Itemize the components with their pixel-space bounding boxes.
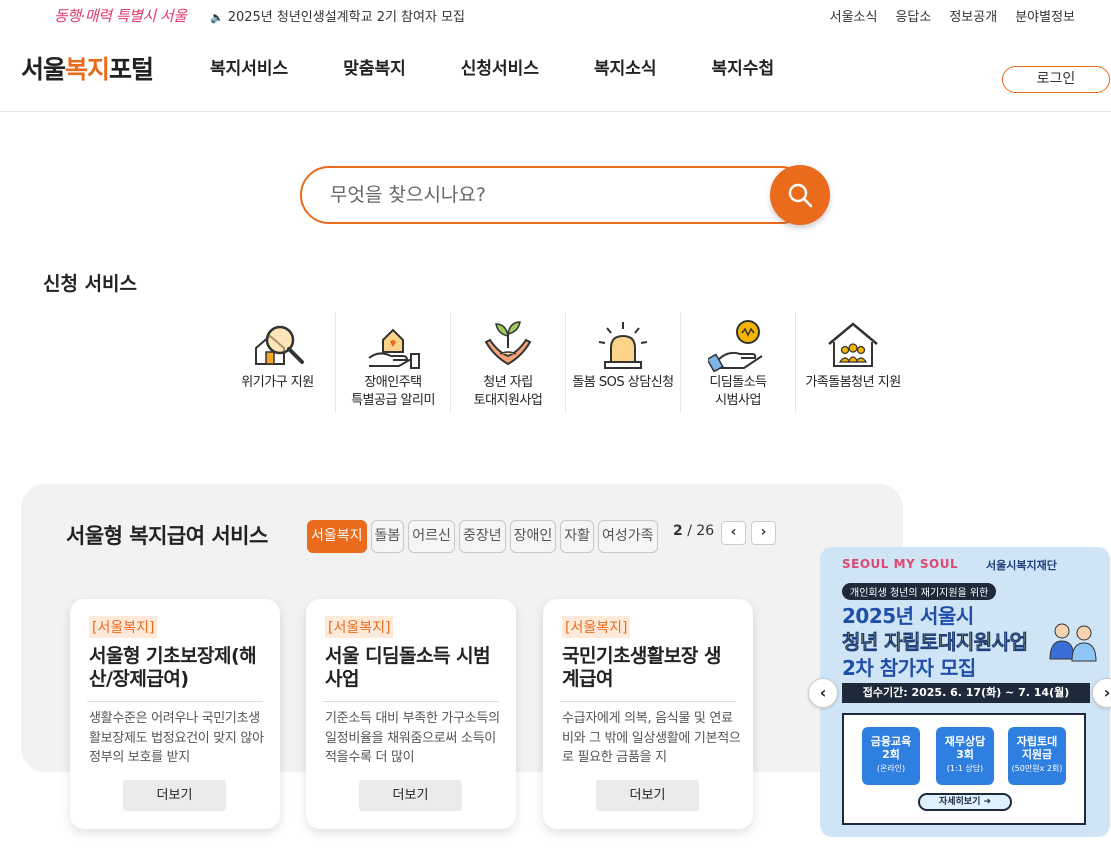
card-description: 수급자에게 의복, 음식물 및 연료비와 그 밖에 일상생활에 기본적으로 필요… <box>562 711 741 765</box>
banner-headline-2: 청년 자립토대지원사업 <box>842 630 1029 655</box>
tab-care[interactable]: 돌봄 <box>370 520 405 553</box>
card-tag: [서울복지] <box>325 616 394 638</box>
main-nav: 복지서비스 맞춤복지 신청서비스 복지소식 복지수첩 <box>210 54 829 79</box>
banner-benefit-box: 금융교육 2회 (온라인) <box>862 727 920 785</box>
service-label: 청년 자립 토대지원사업 <box>473 375 543 408</box>
benefit-card[interactable]: [서울복지] 서울형 기초보장제(해산/장제급여) 생활수준은 어려우나 국민기… <box>70 599 280 829</box>
banner-benefit-board: 금융교육 2회 (온라인) 재무상담 3회 (1:1 상담) 자립토대 지원금 … <box>842 713 1086 825</box>
banner-benefit-box: 재무상담 3회 (1:1 상담) <box>936 727 994 785</box>
speaker-icon: 🔈 <box>210 11 224 24</box>
banner-detail-button[interactable]: 자세히보기 ➜ <box>918 793 1012 811</box>
card-description: 생활수준은 어려우나 국민기초생활보장제도 법정요건이 맞지 않아 정부의 보호… <box>89 711 264 765</box>
banner-period: 접수기간: 2025. 6. 17(화) ~ 7. 14(월) <box>842 683 1090 703</box>
card-description: 기준소득 대비 부족한 가구소득의 일정비율을 채워줌으로써 소득이 적을수록 … <box>325 711 500 765</box>
next-page-button[interactable]: › <box>751 521 776 545</box>
card-tag: [서울복지] <box>562 616 631 638</box>
house-family-icon <box>828 322 878 367</box>
promo-banner[interactable]: SEOUL MY SOUL 서울시복지재단 개인회생 청년의 재기지원을 위한 … <box>820 547 1110 837</box>
banner-benefit-main: 재무상담 3회 <box>944 735 986 761</box>
service-family-care-youth[interactable]: 가족돌봄청년 지원 <box>795 312 910 412</box>
nav-apply-service[interactable]: 신청서비스 <box>461 54 539 79</box>
nav-custom-welfare[interactable]: 맞춤복지 <box>343 54 406 79</box>
notice-ticker[interactable]: 🔈 2025년 청년인생설계학교 2기 참여자 모집 <box>210 6 465 25</box>
service-label: 디딤돌소득 시범사업 <box>709 375 767 408</box>
banner-brand-foundation: 서울시복지재단 <box>986 559 1057 572</box>
more-button[interactable]: 더보기 <box>359 780 462 811</box>
service-youth-independence[interactable]: 청년 자립 토대지원사업 <box>450 312 565 412</box>
service-crisis-household[interactable]: 위기가구 지원 <box>220 312 335 412</box>
alarm-light-icon <box>598 322 648 369</box>
magnifier-house-icon <box>254 325 304 365</box>
welfare-benefit-heading: 서울형 복지급여 서비스 <box>66 524 268 548</box>
main-header: 서울복지포털 복지서비스 맞춤복지 신청서비스 복지소식 복지수첩 로그인 <box>0 30 1111 112</box>
service-label: 위기가구 지원 <box>241 375 314 390</box>
banner-subtitle: 개인회생 청년의 재기지원을 위한 <box>842 583 997 600</box>
utility-links: 서울소식 응답소 정보공개 분야별정보 <box>830 6 1075 25</box>
people-illustration-icon <box>1049 623 1097 662</box>
banner-benefit-box: 자립토대 지원금 (50만원x 2회) <box>1008 727 1066 785</box>
apply-service-heading: 신청 서비스 <box>43 273 138 295</box>
hand-house-icon <box>368 328 420 369</box>
search-button[interactable] <box>770 165 830 225</box>
login-button[interactable]: 로그인 <box>1002 66 1110 93</box>
nav-welfare-news[interactable]: 복지소식 <box>594 54 657 79</box>
search-icon <box>788 183 813 208</box>
card-pagination: 2 / 26 <box>673 523 714 539</box>
search-box <box>300 166 810 224</box>
tab-middle-aged[interactable]: 중장년 <box>458 520 506 553</box>
hand-coin-icon <box>708 320 763 372</box>
banner-benefit-sub: (온라인) <box>876 764 906 773</box>
banner-brand-seoul-my-soul: SEOUL MY SOUL <box>842 557 959 571</box>
page-current: 2 <box>673 523 683 539</box>
top-bar: 동행·매력 특별시 서울 🔈 2025년 청년인생설계학교 2기 참여자 모집 서… <box>0 0 1111 30</box>
logo-text-main: 서울 <box>21 55 66 84</box>
seoul-slogan-logo[interactable]: 동행·매력 특별시 서울 <box>54 5 187 26</box>
card-divider <box>87 701 263 702</box>
notice-text[interactable]: 2025년 청년인생설계학교 2기 참여자 모집 <box>228 10 465 25</box>
logo-text-accent: 복지 <box>65 55 110 84</box>
service-disabled-housing[interactable]: 장애인주택 특별공급 알리미 <box>335 312 450 412</box>
card-title[interactable]: 서울 디딤돌소득 시범사업 <box>325 645 500 691</box>
more-button[interactable]: 더보기 <box>596 780 699 811</box>
service-stepping-stone-income[interactable]: 디딤돌소득 시범사업 <box>680 312 795 412</box>
site-logo[interactable]: 서울복지포털 <box>21 50 154 86</box>
tab-self-support[interactable]: 자활 <box>560 520 594 553</box>
benefit-card[interactable]: [서울복지] 서울 디딤돌소득 시범사업 기준소득 대비 부족한 가구소득의 일… <box>306 599 516 829</box>
search-input[interactable] <box>330 180 750 210</box>
util-link-category-info[interactable]: 분야별정보 <box>1015 6 1075 25</box>
card-title[interactable]: 서울형 기초보장제(해산/장제급여) <box>89 645 264 691</box>
category-tabs: 서울복지 돌봄 어르신 중장년 장애인 자활 여성가족 <box>307 520 658 553</box>
banner-headline-3: 2차 참가자 모집 <box>842 656 976 680</box>
banner-prev-button[interactable]: ‹ <box>808 678 838 708</box>
page-total: / 26 <box>687 523 715 539</box>
banner-benefit-main: 금융교육 2회 <box>870 735 912 761</box>
banner-headline-1: 2025년 서울시 <box>842 604 974 628</box>
service-label: 가족돌봄청년 지원 <box>805 375 901 390</box>
service-care-sos[interactable]: 돌봄 SOS 상담신청 <box>565 312 680 412</box>
card-tag: [서울복지] <box>89 616 158 638</box>
util-link-seoul-news[interactable]: 서울소식 <box>830 6 878 25</box>
tab-seniors[interactable]: 어르신 <box>408 520 455 553</box>
more-button[interactable]: 더보기 <box>123 780 226 811</box>
nav-welfare-handbook[interactable]: 복지수첩 <box>712 54 775 79</box>
banner-benefit-sub: (1:1 상담) <box>946 764 984 773</box>
prev-page-button[interactable]: ‹ <box>721 521 746 545</box>
banner-benefit-sub: (50만원x 2회) <box>1011 764 1063 773</box>
card-title[interactable]: 국민기초생활보장 생계급여 <box>562 645 737 691</box>
benefit-card[interactable]: [서울복지] 국민기초생활보장 생계급여 수급자에게 의복, 음식물 및 연료비… <box>543 599 753 829</box>
tab-women-family[interactable]: 여성가족 <box>597 520 658 553</box>
tab-disabled[interactable]: 장애인 <box>509 520 557 553</box>
service-label: 장애인주택 특별공급 알리미 <box>351 375 435 408</box>
card-divider <box>560 701 736 702</box>
hands-sprout-icon <box>484 321 532 366</box>
util-link-eungdapso[interactable]: 응답소 <box>895 6 931 25</box>
banner-benefit-main: 자립토대 지원금 <box>1016 735 1058 761</box>
card-divider <box>323 701 499 702</box>
tab-seoul-welfare[interactable]: 서울복지 <box>307 520 367 553</box>
logo-text-tail: 포털 <box>109 55 154 84</box>
nav-welfare-service[interactable]: 복지서비스 <box>210 54 288 79</box>
service-label: 돌봄 SOS 상담신청 <box>572 375 674 390</box>
util-link-info-disclosure[interactable]: 정보공개 <box>949 6 997 25</box>
apply-service-list: 위기가구 지원 장애인주택 특별공급 알리미 청년 자립 토대지원사업 돌봄 S… <box>220 312 910 412</box>
